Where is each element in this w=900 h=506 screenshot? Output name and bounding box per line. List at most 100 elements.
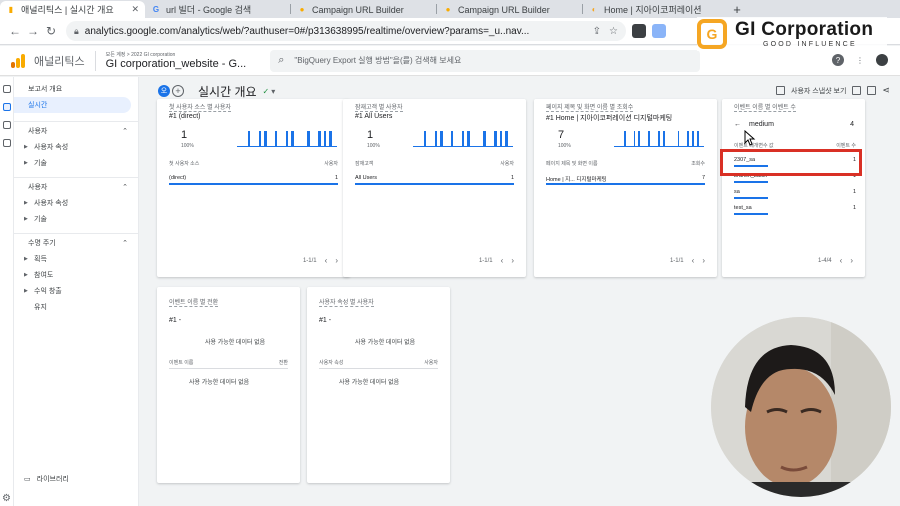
next-page-icon[interactable]: › (850, 256, 853, 265)
sidebar-item-acquisition[interactable]: ▶ 획득 (14, 251, 138, 267)
add-comparison-icon[interactable]: + (172, 85, 184, 97)
sparkline-bar (494, 131, 497, 147)
row-label: Home | 지... 디지털마케팅 (546, 177, 607, 183)
status-check-icon[interactable]: ✓ ▾ (263, 87, 276, 96)
row-bar (546, 183, 705, 185)
explore-icon[interactable] (3, 121, 11, 129)
dimension-header: ← medium 4 (734, 121, 854, 128)
column-header[interactable]: 조회수 (691, 160, 705, 167)
help-icon[interactable]: ? (832, 54, 844, 66)
card-title[interactable]: 잠재고객 별 사용자 (355, 102, 403, 112)
row-value: 1 (510, 175, 514, 181)
tab-home[interactable]: ◐ Home | 지아이코퍼레이션 (583, 1, 728, 18)
url-text: analytics.google.com/analytics/web/?auth… (84, 25, 530, 37)
home-icon[interactable] (3, 85, 11, 93)
card-user-properties: 사용자 속성 별 사용자 #1 - 사용 가능한 데이터 없음 사용자 속성 사… (307, 287, 450, 483)
column-header[interactable]: 사용자 (324, 160, 338, 167)
column-header[interactable]: 페이지 제목 및 화면 이름 (546, 160, 598, 167)
column-header[interactable]: 사용자 속성 (319, 359, 343, 366)
share-icon[interactable]: ⋖ (882, 85, 890, 96)
caret-right-icon: ▶ (24, 256, 28, 262)
no-data-message: 사용 가능한 데이터 없음 (189, 380, 250, 386)
tab-google-search[interactable]: G url 빌더 - Google 검색 (145, 1, 290, 18)
fullscreen-icon[interactable] (852, 86, 862, 95)
card-title[interactable]: 첫 사용자 소스 별 사용자 (169, 102, 231, 112)
prev-page-icon[interactable]: ‹ (840, 256, 843, 265)
next-page-icon[interactable]: › (702, 256, 705, 265)
search-icon: ⌕ (278, 54, 285, 66)
edit-icon[interactable] (867, 86, 877, 95)
comparison-badge[interactable]: 오 (158, 85, 170, 97)
next-page-icon[interactable]: › (335, 256, 338, 265)
column-header[interactable]: 잠재고객 (355, 160, 373, 167)
snapshot-icon[interactable] (776, 86, 786, 95)
sidebar-item-tech[interactable]: ▶ 기술 (14, 155, 138, 171)
forward-icon[interactable]: → (24, 24, 42, 38)
sidebar-item-overview[interactable]: 보고서 개요 (14, 81, 138, 97)
card-top-item: #1 - (319, 317, 332, 324)
url-field[interactable]: 🔒︎ analytics.google.com/analytics/web/?a… (66, 21, 626, 41)
tab-campaign-builder-2[interactable]: ● Campaign URL Builder (437, 1, 582, 18)
reports-icon[interactable] (3, 103, 11, 111)
sidebar-item-user-attributes[interactable]: ▶ 사용자 속성 (14, 195, 138, 211)
chevron-up-icon: ⌃ (122, 183, 128, 191)
sidebar-item-library[interactable]: ▭ 라이브러리 (24, 474, 69, 484)
back-icon[interactable]: ← (6, 24, 24, 38)
sparkline-bar (247, 131, 251, 147)
sidebar-item-engagement[interactable]: ▶ 참여도 (14, 267, 138, 283)
table-row[interactable]: test_sa 1 (734, 205, 856, 211)
card-title[interactable]: 페이지 제목 및 화면 이름 별 조회수 (546, 102, 634, 112)
extension-icon[interactable] (632, 24, 646, 38)
sparkline-bar (329, 131, 332, 147)
avatar[interactable] (876, 54, 888, 66)
sidebar-section-user-1[interactable]: 사용자 ⌃ (14, 121, 138, 139)
sidebar-section-user-2[interactable]: 사용자 ⌃ (14, 177, 138, 195)
column-header[interactable]: 사용자 (500, 160, 514, 167)
card-title[interactable]: 이벤트 이름 별 전환 (169, 297, 219, 307)
sidebar-section-lifecycle[interactable]: 수명 주기 ⌃ (14, 233, 138, 251)
prev-page-icon[interactable]: ‹ (325, 256, 328, 265)
pagination: 1-1/1 ‹ › (670, 256, 705, 265)
logo-mark: G (697, 19, 727, 49)
analytics-logo-icon[interactable] (10, 53, 26, 69)
sidebar-item-tech[interactable]: ▶ 기술 (14, 211, 138, 227)
sparkline-bar (658, 131, 660, 147)
column-header[interactable]: 첫 사용자 소스 (169, 160, 199, 167)
column-header[interactable]: 사용자 (424, 359, 438, 366)
table-row[interactable]: sa 1 (734, 189, 856, 195)
advertising-icon[interactable] (3, 139, 11, 147)
no-data-message: 사용 가능한 데이터 없음 (339, 380, 400, 386)
row-bar (355, 183, 514, 185)
sidebar-item-user-attributes[interactable]: ▶ 사용자 속성 (14, 139, 138, 155)
extension-icon[interactable] (652, 24, 666, 38)
prev-page-icon[interactable]: ‹ (501, 256, 504, 265)
tab-analytics[interactable]: ▮ 애널리틱스 | 실시간 개요 ✕ (0, 1, 145, 18)
prev-page-icon[interactable]: ‹ (692, 256, 695, 265)
tab-campaign-builder-1[interactable]: ● Campaign URL Builder (291, 1, 436, 18)
column-header[interactable]: 전환 (279, 359, 288, 366)
search-input[interactable]: ⌕ "BigQuery Export 실행 방법"을(를) 검색해 보세요 (270, 49, 701, 72)
campaign-icon: ● (445, 5, 451, 14)
settings-gear-icon[interactable]: ⚙ (2, 493, 11, 504)
next-page-icon[interactable]: › (511, 256, 514, 265)
card-title[interactable]: 사용자 속성 별 사용자 (319, 297, 374, 307)
share-icon[interactable]: ⇪ (593, 26, 601, 37)
sidebar-item-monetization[interactable]: ▶ 수익 창출 (14, 283, 138, 299)
sidebar-item-realtime[interactable]: 실시간 (14, 97, 131, 113)
property-selector[interactable]: 모든 계정 > 2022 GI corporation GI corporati… (106, 51, 247, 70)
search-placeholder: "BigQuery Export 실행 방법"을(를) 검색해 보세요 (294, 56, 462, 65)
column-header[interactable]: 이벤트 이름 (169, 359, 193, 366)
bookmark-star-icon[interactable]: ☆ (609, 26, 618, 37)
sparkline (614, 129, 704, 147)
sidebar-item-retention[interactable]: 유지 (14, 299, 138, 315)
view-snapshot-link[interactable]: 사용자 스냅샷 보기 (791, 86, 846, 96)
reload-icon[interactable]: ↻ (42, 24, 60, 38)
menu-icon[interactable]: ⋮ (854, 54, 866, 66)
header-actions: ? ⋮ (832, 54, 888, 66)
back-arrow-icon[interactable]: ← (734, 121, 741, 128)
card-title[interactable]: 이벤트 이름 별 이벤트 수 (734, 102, 796, 112)
top-percent: 100% (367, 143, 380, 149)
row-label: (direct) (169, 175, 187, 181)
new-tab-button[interactable]: + (728, 2, 746, 17)
close-icon[interactable]: ✕ (131, 4, 139, 15)
